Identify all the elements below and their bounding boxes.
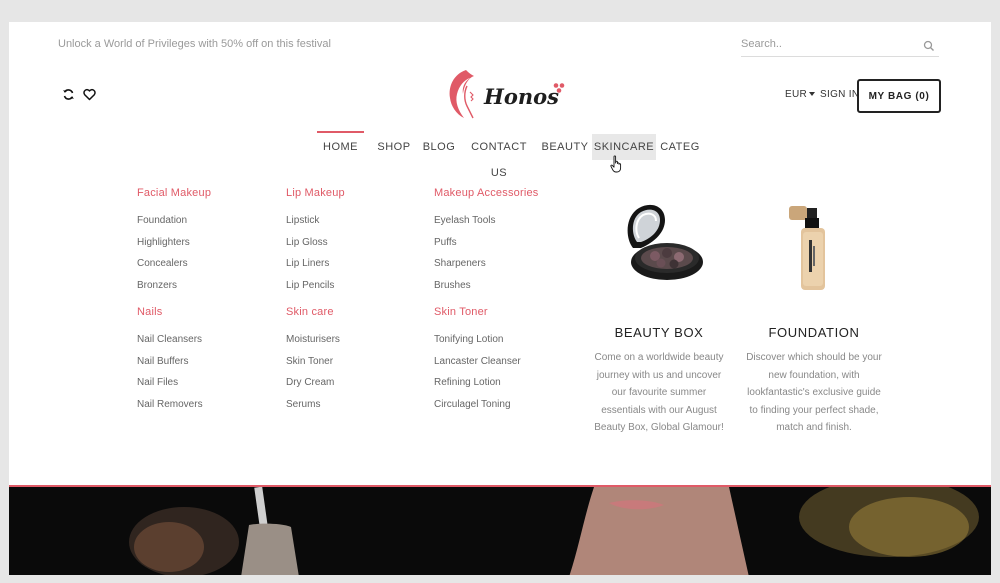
menu-column-nails: Nails Nail Cleansers Nail Buffers Nail F… bbox=[137, 306, 203, 415]
menu-heading[interactable]: Lip Makeup bbox=[286, 187, 345, 199]
my-bag-button[interactable]: MY BAG (0) bbox=[857, 79, 941, 113]
nav-item-contact-us[interactable]: CONTACT US bbox=[465, 134, 533, 179]
nav-active-indicator bbox=[317, 131, 364, 133]
menu-link[interactable]: Lip Gloss bbox=[286, 232, 345, 254]
brand-name: Honos bbox=[484, 84, 559, 109]
nav-item-categ[interactable]: CATEG bbox=[660, 134, 700, 160]
menu-link[interactable]: Moisturisers bbox=[286, 329, 340, 351]
nav-item-skincare[interactable]: SKINCARE bbox=[592, 134, 656, 160]
menu-link[interactable]: Dry Cream bbox=[286, 372, 340, 394]
menu-link[interactable]: Nail Cleansers bbox=[137, 329, 203, 351]
menu-heading[interactable]: Facial Makeup bbox=[137, 187, 211, 199]
feature-description-line: match and finish. bbox=[776, 422, 852, 433]
sign-in-link[interactable]: SIGN IN bbox=[820, 89, 859, 100]
refresh-icon[interactable] bbox=[62, 88, 75, 101]
feature-title[interactable]: FOUNDATION bbox=[739, 325, 889, 340]
menu-column-skin-care: Skin care Moisturisers Skin Toner Dry Cr… bbox=[286, 306, 340, 415]
menu-link[interactable]: Puffs bbox=[434, 232, 538, 254]
feature-description-line: journey with us and uncover bbox=[596, 369, 722, 381]
feature-description-line: lookfantastic's exclusive guide bbox=[747, 387, 881, 398]
menu-column-skin-toner: Skin Toner Tonifying Lotion Lancaster Cl… bbox=[434, 306, 521, 415]
menu-column-makeup-accessories: Makeup Accessories Eyelash Tools Puffs S… bbox=[434, 187, 538, 296]
menu-link[interactable]: Lip Pencils bbox=[286, 275, 345, 297]
feature-description: Come on a worldwide beauty journey with … bbox=[584, 349, 734, 437]
feature-description-line: Beauty Box, Global Glamour! bbox=[594, 422, 724, 433]
menu-link[interactable]: Skin Toner bbox=[286, 351, 340, 373]
heart-icon[interactable] bbox=[83, 88, 96, 101]
feature-foundation: FOUNDATION Discover which should be your… bbox=[739, 325, 889, 437]
page-frame: Unlock a World of Privileges with 50% of… bbox=[9, 22, 991, 575]
nav-item-shop[interactable]: SHOP bbox=[372, 134, 416, 160]
menu-heading[interactable]: Nails bbox=[137, 306, 203, 318]
menu-link[interactable]: Circulagel Toning bbox=[434, 394, 521, 416]
menu-heading[interactable]: Skin Toner bbox=[434, 306, 521, 318]
feature-description-line: Come on a worldwide beauty bbox=[594, 352, 724, 363]
menu-link[interactable]: Nail Removers bbox=[137, 394, 203, 416]
menu-link[interactable]: Serums bbox=[286, 394, 340, 416]
logo-dots-icon bbox=[553, 83, 565, 93]
hero-image bbox=[129, 487, 979, 575]
menu-heading[interactable]: Makeup Accessories bbox=[434, 187, 538, 199]
feature-description-line: Discover which should be your bbox=[746, 352, 882, 363]
feature-beauty-box: BEAUTY BOX Come on a worldwide beauty jo… bbox=[584, 325, 734, 437]
currency-selector[interactable]: EUR bbox=[785, 89, 807, 100]
hand-pointer-icon bbox=[610, 155, 622, 173]
menu-link[interactable]: Refining Lotion bbox=[434, 372, 521, 394]
menu-link[interactable]: Eyelash Tools bbox=[434, 210, 538, 232]
nav-item-home[interactable]: HOME bbox=[317, 134, 364, 160]
account-controls: EUR SIGN IN bbox=[785, 89, 859, 100]
menu-link[interactable]: Highlighters bbox=[137, 232, 211, 254]
menu-link[interactable]: Tonifying Lotion bbox=[434, 329, 521, 351]
menu-link[interactable]: Foundation bbox=[137, 210, 211, 232]
face-silhouette-icon bbox=[449, 70, 474, 119]
feature-description-line: new foundation, with bbox=[768, 369, 860, 381]
menu-link[interactable]: Lipstick bbox=[286, 210, 345, 232]
beauty-box-image[interactable] bbox=[619, 198, 705, 290]
nav-item-blog[interactable]: BLOG bbox=[419, 134, 459, 160]
feature-description-line: to finding your perfect shade, bbox=[749, 404, 879, 416]
menu-link[interactable]: Sharpeners bbox=[434, 253, 538, 275]
menu-column-lip-makeup: Lip Makeup Lipstick Lip Gloss Lip Liners… bbox=[286, 187, 345, 296]
menu-link[interactable]: Lancaster Cleanser bbox=[434, 351, 521, 373]
chevron-down-icon bbox=[809, 91, 816, 96]
hero-banner[interactable] bbox=[9, 485, 991, 575]
feature-title[interactable]: BEAUTY BOX bbox=[584, 325, 734, 340]
brand-logo[interactable]: Honos bbox=[440, 66, 570, 122]
menu-link[interactable]: Lip Liners bbox=[286, 253, 345, 275]
menu-link[interactable]: Brushes bbox=[434, 275, 538, 297]
foundation-image[interactable] bbox=[781, 202, 841, 294]
feature-description: Discover which should be your new founda… bbox=[739, 349, 889, 437]
menu-link[interactable]: Nail Files bbox=[137, 372, 203, 394]
menu-link[interactable]: Nail Buffers bbox=[137, 351, 203, 373]
menu-column-facial-makeup: Facial Makeup Foundation Highlighters Co… bbox=[137, 187, 211, 296]
utility-icons bbox=[62, 88, 96, 101]
feature-description-line: essentials with our August bbox=[601, 404, 717, 416]
search-icon[interactable] bbox=[923, 39, 935, 51]
nav-item-beauty[interactable]: BEAUTY bbox=[540, 134, 590, 160]
menu-heading[interactable]: Skin care bbox=[286, 306, 340, 318]
promo-text: Unlock a World of Privileges with 50% of… bbox=[58, 38, 331, 50]
search-bar bbox=[741, 34, 939, 57]
feature-description-line: our favourite summer bbox=[611, 387, 707, 398]
menu-link[interactable]: Concealers bbox=[137, 253, 211, 275]
menu-link[interactable]: Bronzers bbox=[137, 275, 211, 297]
search-input[interactable] bbox=[741, 34, 911, 50]
